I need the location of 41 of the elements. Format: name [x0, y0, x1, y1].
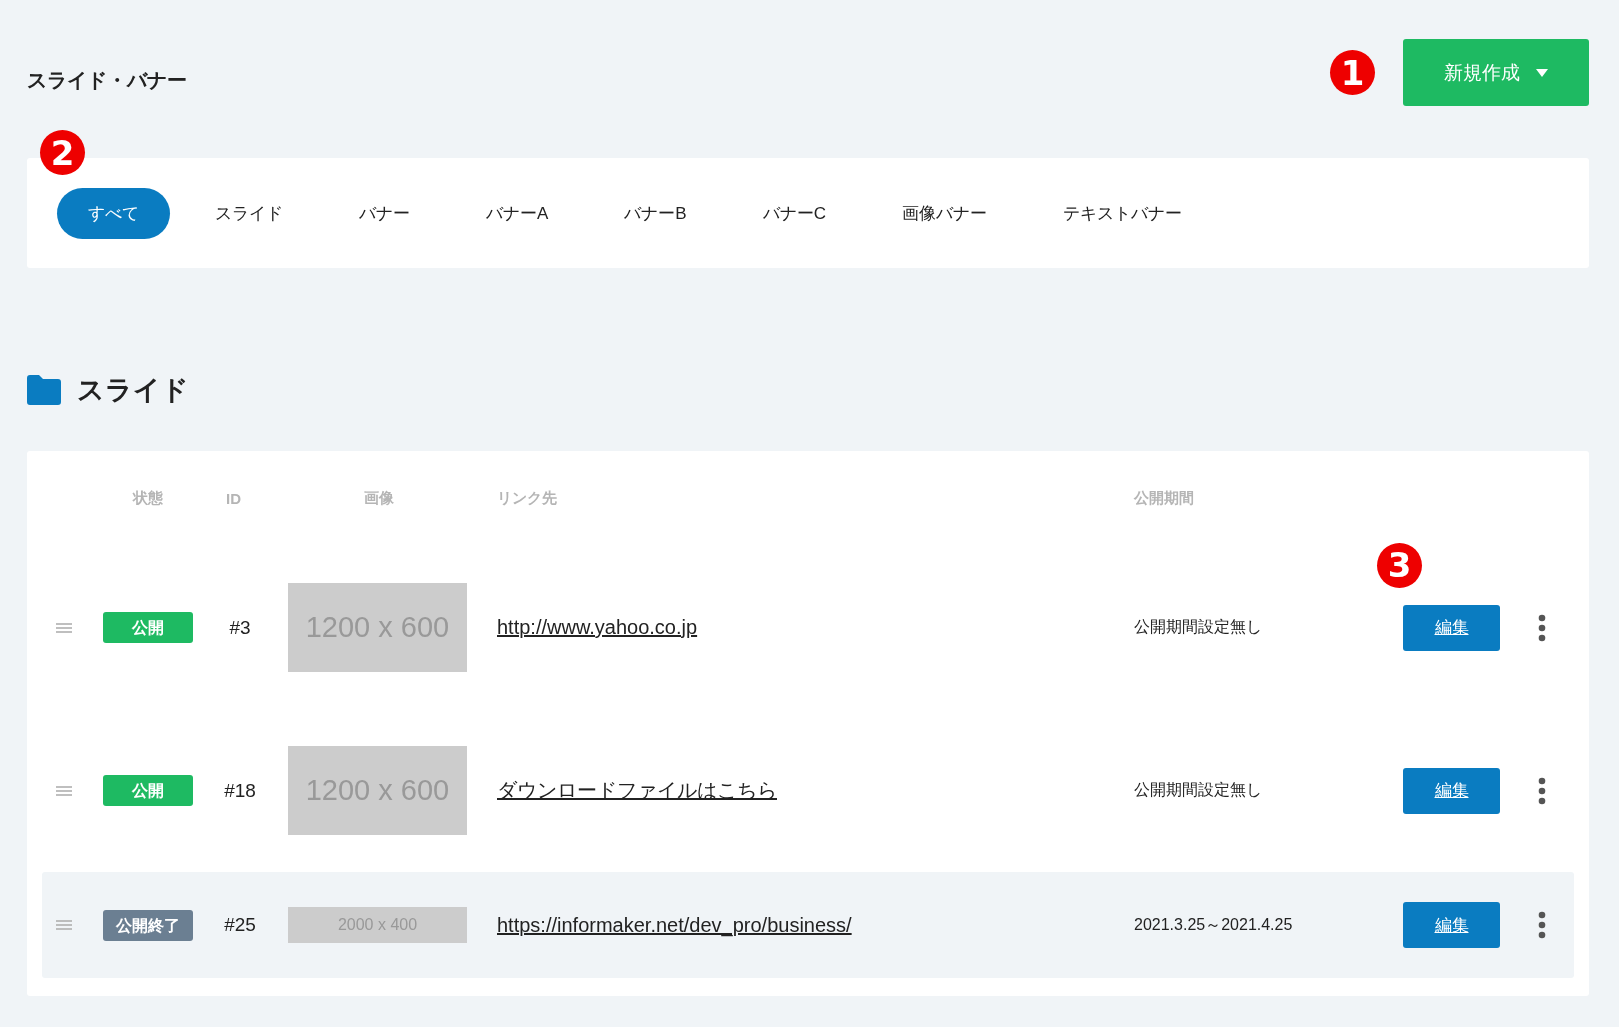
period-text: 2021.3.25～2021.4.25: [1134, 914, 1293, 935]
filter-tab[interactable]: バナーB: [593, 187, 718, 239]
edit-button[interactable]: 編集: [1403, 604, 1500, 651]
column-header: 公開期間: [1132, 489, 1195, 508]
status-badge: 公開終了: [102, 909, 193, 941]
callout-number: 3: [1377, 542, 1422, 588]
callout-number: 2: [40, 130, 85, 175]
link-url[interactable]: https://informaker.net/dev_pro/business/: [497, 913, 852, 937]
edit-button[interactable]: 編集: [1403, 902, 1500, 948]
period-text: 公開期間設定無し: [1134, 617, 1262, 637]
column-header: リンク先: [496, 489, 558, 508]
section-title: スライド: [77, 373, 189, 407]
link-url[interactable]: ダウンロードファイルはこちら: [497, 777, 777, 804]
filter-tab[interactable]: すべて: [57, 187, 170, 239]
filter-tab[interactable]: 画像バナー: [870, 187, 1018, 239]
folder-icon: [27, 374, 61, 405]
status-badge: 公開: [102, 612, 193, 643]
id-text: #25: [224, 914, 256, 936]
status-badge: 公開: [102, 775, 193, 806]
filter-tab[interactable]: バナーC: [731, 187, 857, 239]
callout-number: 1: [1330, 50, 1375, 95]
drag-handle-icon[interactable]: [56, 622, 72, 633]
column-header: 状態: [131, 489, 164, 508]
link-url[interactable]: http://www.yahoo.co.jp: [497, 616, 698, 639]
filter-tab[interactable]: スライド: [184, 187, 314, 239]
drag-handle-icon[interactable]: [56, 920, 72, 930]
period-text: 公開期間設定無し: [1134, 780, 1262, 800]
id-text: #3: [229, 616, 251, 639]
edit-button[interactable]: 編集: [1403, 767, 1500, 814]
column-header: ID: [225, 490, 242, 507]
id-text: #18: [224, 779, 256, 802]
more-options-icon[interactable]: [1538, 911, 1546, 939]
filter-tab[interactable]: バナーA: [455, 187, 580, 239]
caret-icon: [1536, 68, 1548, 77]
filter-tab[interactable]: バナー: [328, 187, 441, 239]
more-options-icon[interactable]: [1538, 613, 1546, 642]
page-title: スライド・バナー: [27, 68, 187, 93]
more-options-icon[interactable]: [1538, 776, 1546, 805]
drag-handle-icon[interactable]: [56, 785, 72, 796]
column-header: 画像: [363, 489, 395, 508]
filter-tab[interactable]: テキストバナー: [1031, 187, 1213, 239]
